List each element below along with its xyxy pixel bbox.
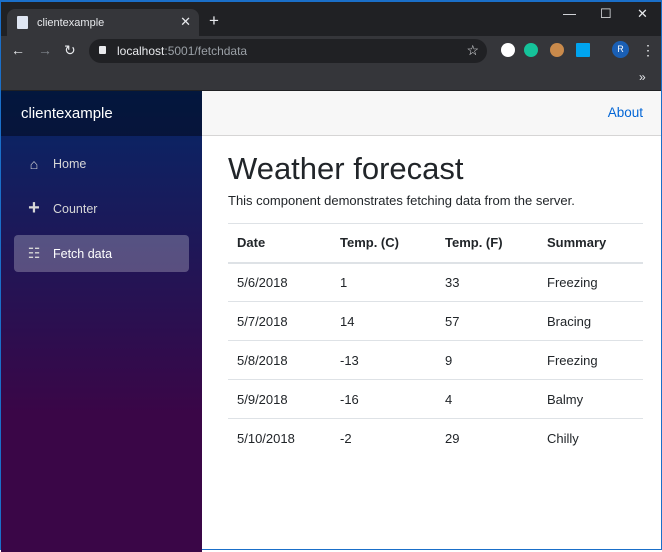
cell-summary: Freezing — [538, 340, 643, 380]
cell-summary: Balmy — [538, 379, 643, 419]
cell-temp-f: 57 — [436, 301, 538, 341]
browser-toolbar: ← → ↻ localhost:5001/fetchdata ☆ R ⋮ — [1, 36, 661, 66]
cell-summary: Bracing — [538, 301, 643, 341]
chevron-double-right-icon[interactable]: » — [639, 70, 646, 84]
page-icon — [17, 16, 28, 29]
extension-icon[interactable] — [501, 43, 515, 57]
star-icon[interactable]: ☆ — [466, 42, 479, 59]
lock-icon — [99, 46, 106, 54]
cell-temp-f: 9 — [436, 340, 538, 380]
sidebar-item-label: Home — [53, 156, 87, 171]
list-icon: ☷ — [27, 245, 41, 261]
close-window-button[interactable]: ✕ — [637, 6, 648, 22]
close-tab-icon[interactable]: ✕ — [180, 14, 191, 30]
column-header: Temp. (F) — [436, 223, 538, 264]
sidebar: clientexample ⌂ Home + Counter ☷ Fetch data — [1, 91, 202, 552]
sidebar-item-label: Fetch data — [53, 246, 113, 261]
reload-button[interactable]: ↻ — [64, 42, 76, 59]
cell-temp-f: 33 — [445, 274, 460, 290]
cell-temp-c: 14 — [331, 301, 436, 341]
sidebar-item-home[interactable]: ⌂ Home — [14, 145, 189, 182]
table-row: 5/6/2018 1 33 Freezing — [228, 263, 643, 302]
address-bar[interactable]: localhost:5001/fetchdata ☆ — [89, 39, 487, 63]
column-header: Date — [228, 223, 331, 264]
sidebar-item-fetch-data[interactable]: ☷ Fetch data — [14, 235, 189, 272]
cell-date: 5/10/2018 — [228, 418, 331, 458]
main-content: Weather forecast This component demonstr… — [228, 136, 643, 458]
cell-temp-c: 1 — [340, 274, 348, 290]
url-host: localhost — [117, 44, 165, 58]
table-row: 5/8/2018 -13 9 Freezing — [228, 340, 643, 380]
table-row: 5/10/2018 -2 29 Chilly — [228, 418, 643, 458]
brand[interactable]: clientexample — [1, 91, 202, 136]
column-header: Temp. (C) — [331, 223, 436, 264]
cell-temp-c: -2 — [331, 418, 436, 458]
tab-strip: clientexample ✕ + — ☐ ✕ — [1, 2, 661, 36]
table-row: 5/7/2018 14 57 Bracing — [228, 301, 643, 341]
cell-temp-c: -13 — [331, 340, 436, 380]
cell-temp-c: -16 — [331, 379, 436, 419]
cell-date: 5/8/2018 — [228, 340, 331, 380]
tab-title: clientexample — [37, 16, 105, 29]
extension-icon[interactable] — [550, 43, 564, 57]
sidebar-item-counter[interactable]: + Counter — [14, 190, 189, 227]
home-icon: ⌂ — [29, 155, 39, 172]
plus-icon: + — [28, 197, 40, 219]
url-path: :5001/fetchdata — [164, 44, 248, 58]
sidebar-item-label: Counter — [53, 201, 98, 216]
cell-temp-f: 4 — [436, 379, 538, 419]
back-button[interactable]: ← — [11, 42, 25, 58]
windows-icon[interactable] — [576, 43, 590, 57]
menu-icon[interactable]: ⋮ — [641, 42, 655, 59]
bookmarks-bar: » — [1, 66, 661, 91]
cell-temp-f: 29 — [436, 418, 538, 458]
forecast-table: Date Temp. (C) Temp. (F) Summary 5/6/201… — [228, 223, 643, 458]
maximize-button[interactable]: ☐ — [600, 6, 612, 22]
column-header: Summary — [538, 223, 643, 264]
page-title: Weather forecast — [228, 151, 464, 186]
cell-date: 5/9/2018 — [228, 379, 331, 419]
page-description: This component demonstrates fetching dat… — [228, 193, 575, 208]
about-link[interactable]: About — [608, 105, 643, 120]
cell-date: 5/7/2018 — [228, 301, 331, 341]
table-row: 5/9/2018 -16 4 Balmy — [228, 379, 643, 419]
new-tab-button[interactable]: + — [209, 11, 219, 31]
cell-summary: Chilly — [538, 418, 643, 458]
cell-summary: Freezing — [547, 274, 598, 290]
browser-tab[interactable]: clientexample ✕ — [7, 9, 199, 36]
forward-button[interactable]: → — [38, 42, 52, 58]
minimize-button[interactable]: — — [563, 6, 576, 21]
cell-date: 5/6/2018 — [237, 274, 288, 290]
top-bar: About — [202, 91, 661, 136]
grammarly-icon[interactable] — [524, 43, 538, 57]
profile-avatar[interactable]: R — [612, 41, 629, 58]
